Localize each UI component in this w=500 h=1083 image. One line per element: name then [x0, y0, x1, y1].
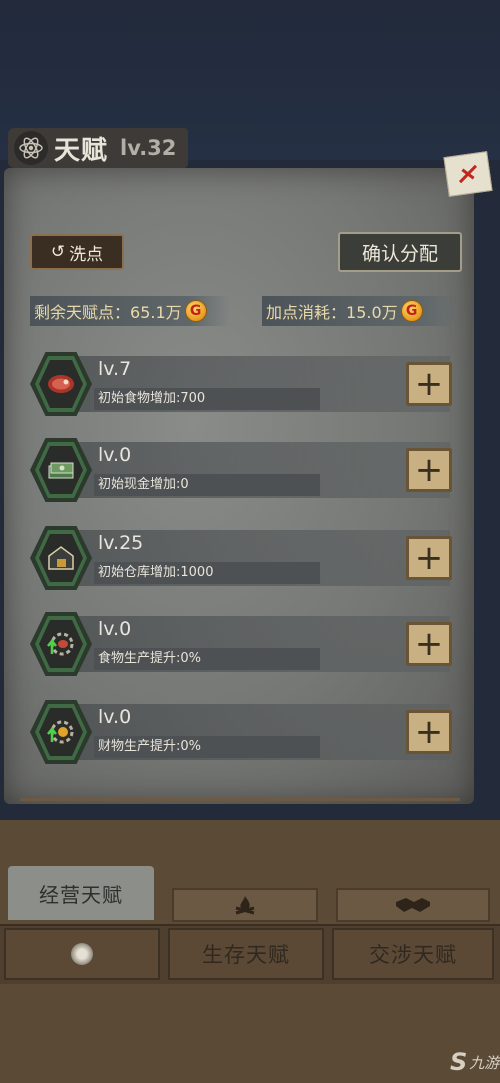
bottom-nav-negotiation[interactable]: 交涉天赋: [332, 928, 494, 980]
watermark-logo-icon: S: [450, 1048, 468, 1076]
talent-level: lv.25: [98, 532, 144, 554]
watermark: S 九游: [450, 1048, 499, 1076]
coin-icon: G: [184, 300, 207, 322]
plus-icon: +: [414, 450, 444, 490]
plus-icon: +: [414, 712, 444, 752]
plus-icon: +: [414, 538, 444, 578]
talent-desc: 初始仓库增加:1000: [94, 562, 320, 584]
talent-level: lv.7: [98, 358, 132, 380]
talent-row: lv.25 初始仓库增加:1000 +: [30, 526, 460, 590]
reset-icon: ↺: [50, 242, 66, 262]
add-point-button[interactable]: +: [406, 536, 452, 580]
talent-desc: 财物生产提升:0%: [94, 736, 320, 758]
tab-negotiation[interactable]: [336, 888, 490, 922]
meat-icon: [48, 375, 74, 393]
food-production-icon: [47, 632, 74, 656]
remaining-label: 剩余天赋点：: [34, 303, 131, 322]
handshake-icon: [396, 898, 430, 912]
upgrade-cost: 加点消耗： 15.0万 G: [262, 296, 462, 326]
title-banner: 天赋 lv.32: [8, 128, 188, 168]
reset-button[interactable]: ↺ 洗点: [30, 234, 124, 270]
gear-icon: [71, 943, 93, 965]
page-title: 天赋: [54, 135, 109, 166]
add-point-button[interactable]: +: [406, 710, 452, 754]
talent-row: lv.0 初始现金增加:0 +: [30, 438, 460, 502]
confirm-label: 确认分配: [361, 242, 438, 265]
cost-value: 15.0万: [346, 303, 398, 322]
tab-management-label: 经营天赋: [39, 882, 123, 907]
warehouse-icon: [48, 546, 74, 570]
tab-survival[interactable]: [172, 888, 318, 922]
map-icon[interactable]: [443, 151, 493, 197]
reset-label: 洗点: [69, 244, 104, 265]
panel-divider: [20, 798, 460, 801]
campfire-icon: [235, 896, 255, 915]
bottom-nav-management[interactable]: [4, 928, 160, 980]
remaining-points: 剩余天赋点： 65.1万 G: [30, 296, 230, 326]
talent-row: lv.0 食物生产提升:0% +: [30, 612, 460, 676]
talent-level: lv.0: [98, 618, 132, 640]
add-point-button[interactable]: +: [406, 622, 452, 666]
talent-row: lv.0 财物生产提升:0% +: [30, 700, 460, 764]
atom-icon: [14, 131, 48, 165]
talent-level: lv.0: [98, 444, 132, 466]
remaining-value: 65.1万: [130, 303, 182, 322]
talent-row: lv.7 初始食物增加:700 +: [30, 352, 460, 416]
tab-management[interactable]: 经营天赋: [8, 866, 154, 920]
talent-level: lv.0: [98, 706, 132, 728]
talent-desc: 初始食物增加:700: [94, 388, 320, 410]
add-point-button[interactable]: +: [406, 362, 452, 406]
plus-icon: +: [414, 364, 444, 404]
add-point-button[interactable]: +: [406, 448, 452, 492]
bottom-nav-survival[interactable]: 生存天赋: [168, 928, 324, 980]
talent-desc: 初始现金增加:0: [94, 474, 320, 496]
negotiation-label: 交涉天赋: [369, 943, 457, 967]
player-level: lv.32: [120, 136, 177, 160]
coin-icon: G: [400, 300, 423, 322]
watermark-text: 九游: [469, 1053, 500, 1072]
survival-label: 生存天赋: [202, 943, 290, 967]
goods-production-icon: [47, 720, 74, 744]
cost-label: 加点消耗：: [266, 303, 347, 322]
talent-desc: 食物生产提升:0%: [94, 648, 320, 670]
cash-icon: [48, 462, 74, 479]
plus-icon: +: [414, 624, 444, 664]
confirm-button[interactable]: 确认分配: [338, 232, 462, 272]
